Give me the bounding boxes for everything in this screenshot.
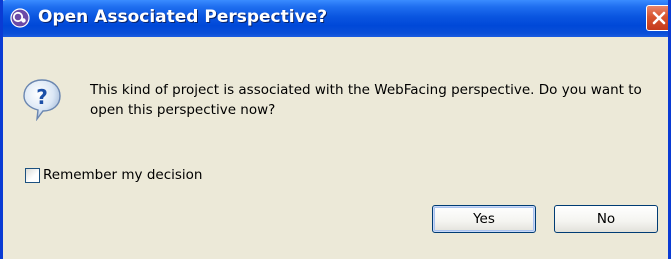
close-icon (652, 11, 666, 25)
question-icon: ? (23, 79, 61, 121)
dialog-window: Open Associated Perspective? ? This kind… (0, 0, 671, 259)
yes-button[interactable]: Yes (432, 205, 536, 233)
eclipse-perspective-icon (10, 8, 30, 28)
close-button[interactable] (646, 5, 668, 31)
title-bar[interactable]: Open Associated Perspective? (3, 0, 668, 37)
dialog-message: This kind of project is associated with … (90, 82, 642, 118)
svg-text:?: ? (36, 85, 48, 109)
remember-decision-checkbox[interactable] (25, 168, 40, 183)
window-title: Open Associated Perspective? (38, 7, 328, 27)
no-button[interactable]: No (554, 205, 658, 233)
remember-decision-label[interactable]: Remember my decision (43, 167, 202, 183)
